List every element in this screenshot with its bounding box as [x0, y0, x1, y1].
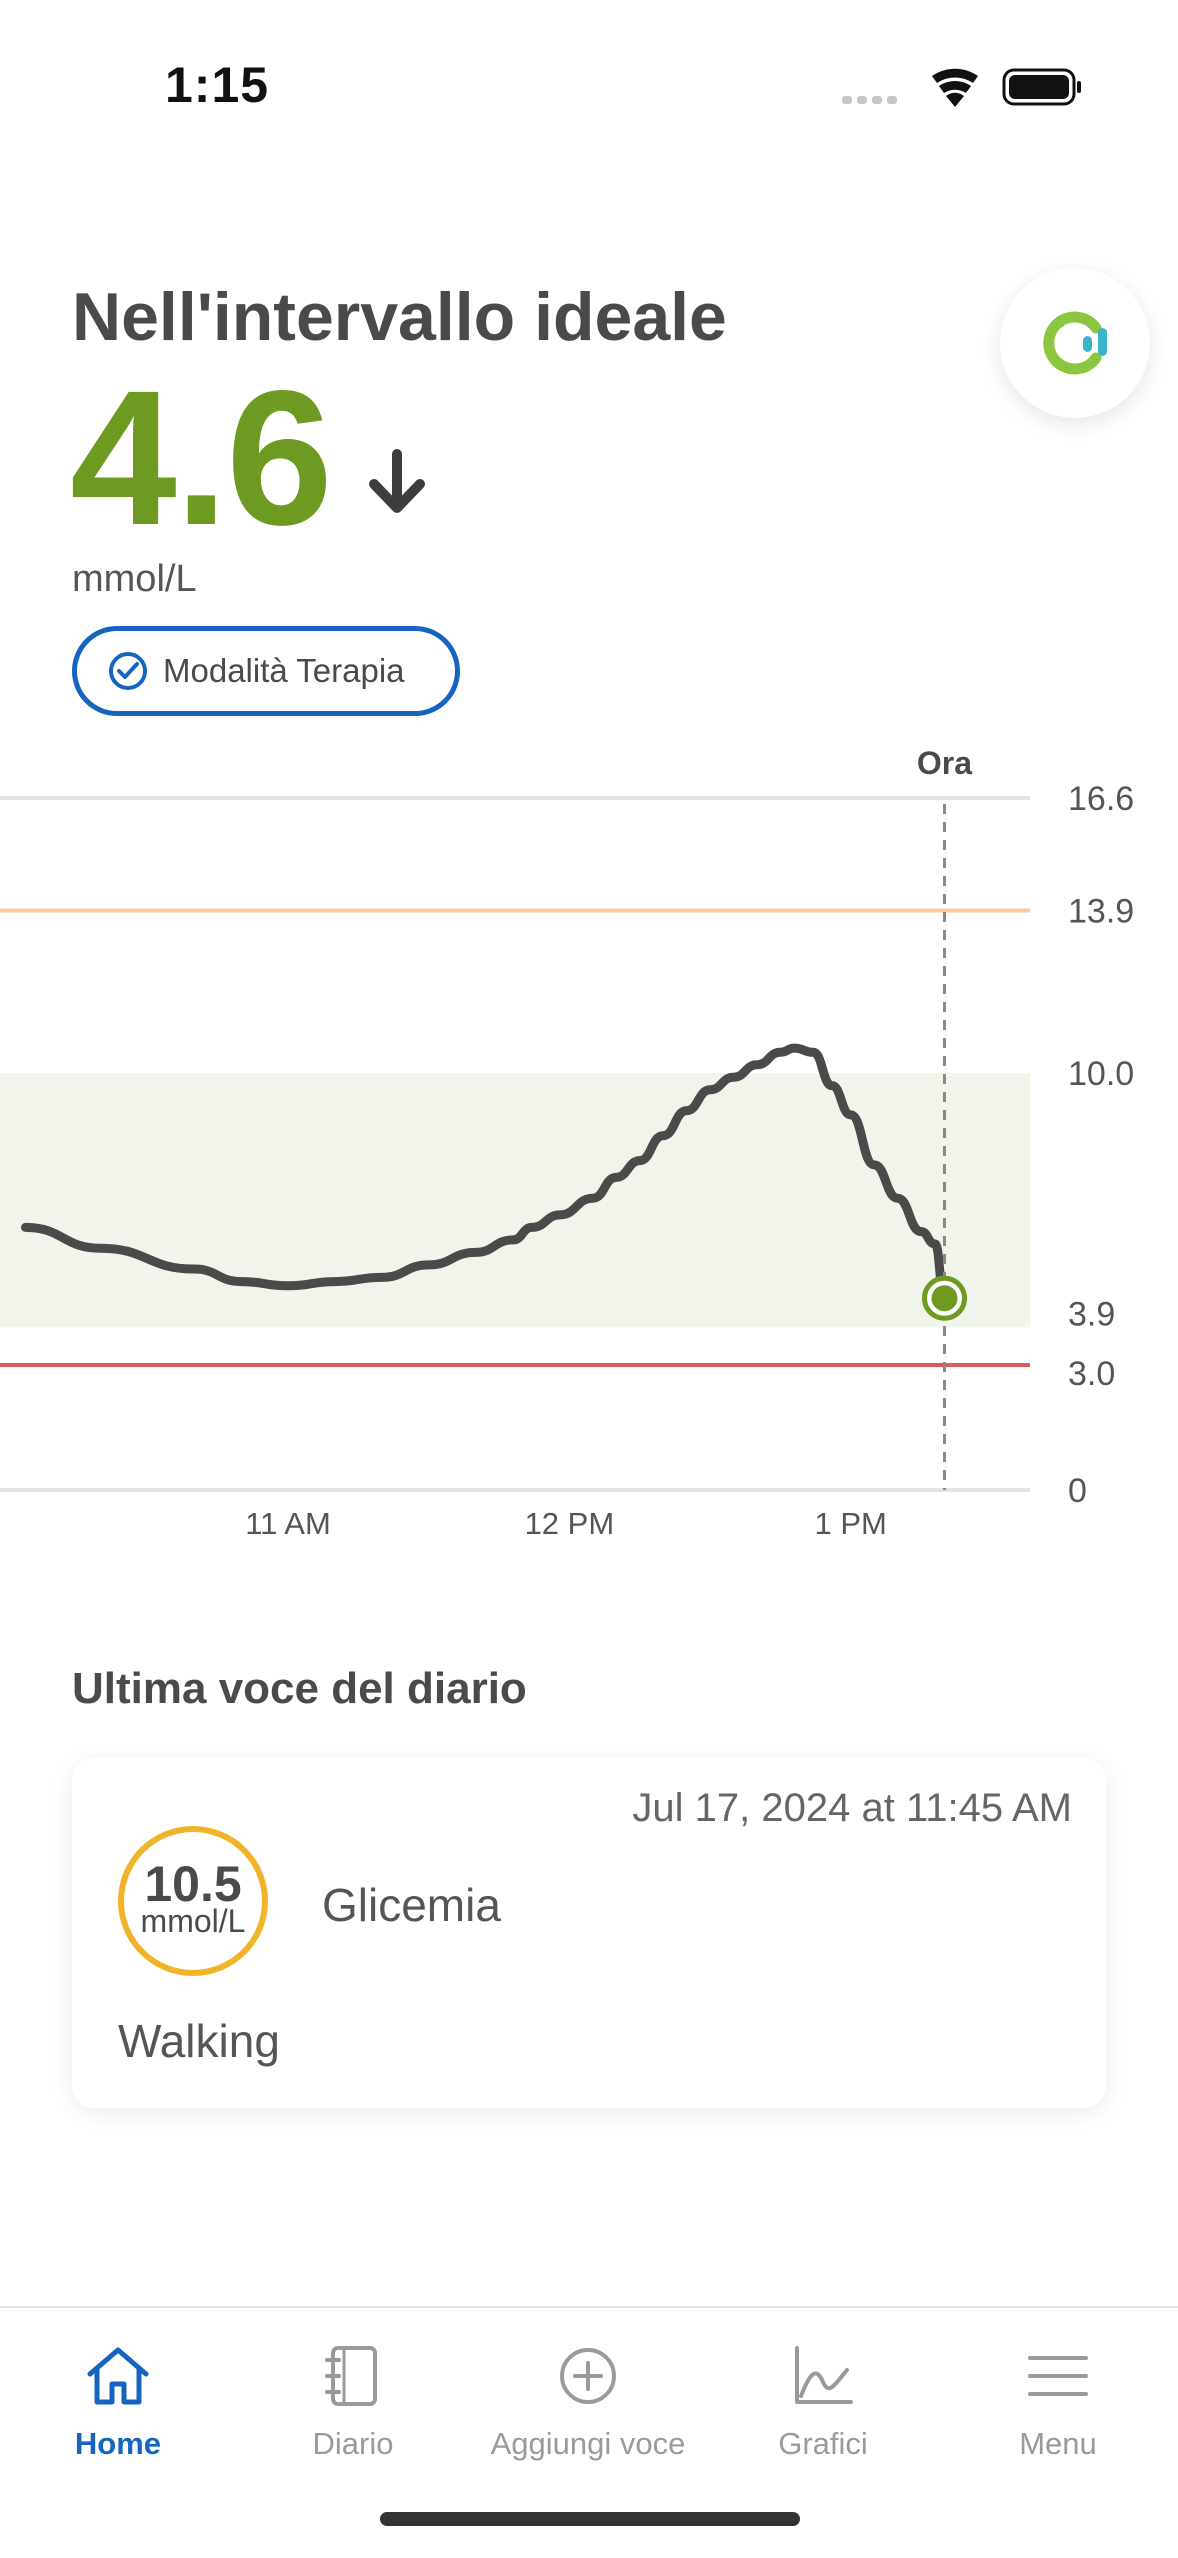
nav-label-home: Home	[74, 2426, 162, 2461]
nav-item-add-entry[interactable]: Aggiungi voce	[468, 2344, 708, 2462]
therapy-mode-label: Modalità Terapia	[163, 652, 405, 689]
glucose-unit: mmol/L	[72, 558, 197, 600]
therapy-mode-button[interactable]: Modalità Terapia	[72, 626, 460, 716]
y-tick-label: 3.9	[1068, 1295, 1115, 1333]
signal-icon	[842, 96, 897, 104]
nav-label-diary: Diario	[312, 2426, 394, 2461]
entry-value-ring: 10.5 mmol/L	[118, 1826, 268, 1976]
line-chart-icon	[795, 2346, 853, 2404]
y-tick-label: 10.0	[1068, 1055, 1134, 1093]
entry-date: Jul 17, 2024 at 11:45 AM	[632, 1786, 1072, 1830]
y-tick-label: 0	[1068, 1472, 1087, 1510]
entry-unit: mmol/L	[140, 1903, 246, 1939]
x-tick-label: 1 PM	[815, 1506, 887, 1541]
entry-note: Walking	[118, 2015, 280, 2067]
check-circle-icon	[109, 652, 147, 690]
diary-entry-card[interactable]: Jul 17, 2024 at 11:45 AM 10.5 mmol/L Gli…	[72, 1758, 1106, 2108]
home-indicator	[380, 2512, 800, 2526]
now-label: Ora	[917, 745, 972, 781]
nav-item-diary[interactable]: Diario	[233, 2344, 473, 2462]
glucose-reading: 4.6	[70, 350, 333, 565]
app-logo-icon	[1043, 311, 1107, 375]
target-range-band	[0, 1073, 1030, 1328]
entry-type: Glicemia	[322, 1879, 501, 1931]
nav-item-menu[interactable]: Menu	[938, 2344, 1178, 2462]
status-time: 1:15	[165, 57, 270, 113]
nav-label-menu: Menu	[1019, 2426, 1097, 2461]
nav-item-home[interactable]: Home	[0, 2344, 238, 2462]
current-point	[931, 1285, 958, 1312]
page-title: Nell'intervallo ideale	[72, 279, 727, 355]
nav-label-add-entry: Aggiungi voce	[490, 2426, 686, 2461]
wifi-icon	[932, 68, 978, 107]
plus-circle-icon	[560, 2348, 616, 2404]
nav-item-charts[interactable]: Grafici	[703, 2344, 943, 2462]
home-icon	[87, 2347, 149, 2405]
arrow-down-icon	[369, 449, 425, 513]
x-tick-label: 11 AM	[245, 1506, 331, 1541]
notebook-icon	[325, 2346, 377, 2406]
battery-icon	[1002, 68, 1081, 106]
nav-label-charts: Grafici	[778, 2426, 868, 2461]
y-tick-label: 3.0	[1068, 1355, 1115, 1393]
entry-value: 10.5	[144, 1856, 242, 1912]
section-title-diary: Ultima voce del diario	[72, 1664, 527, 1713]
y-tick-label: 16.6	[1068, 780, 1134, 818]
y-tick-label: 13.9	[1068, 893, 1134, 931]
status-icons	[842, 68, 1081, 107]
glucose-chart: 16.6 13.9 10.0 3.9 3.0 0 11 AM 12 PM 1 PM Ora	[0, 745, 1134, 1541]
app-logo-button[interactable]	[1000, 268, 1150, 418]
hamburger-menu-icon	[1028, 2356, 1088, 2396]
x-tick-label: 12 PM	[525, 1506, 615, 1541]
